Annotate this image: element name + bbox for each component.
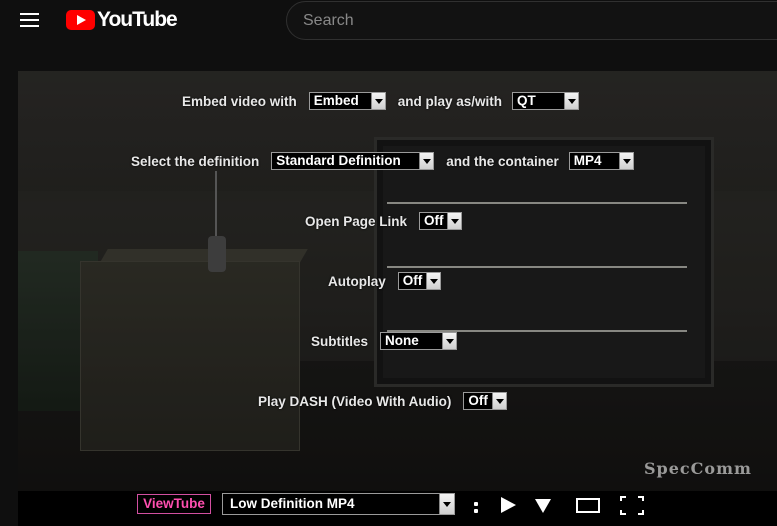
hamburger-menu-icon[interactable] — [20, 12, 39, 27]
play-as-select[interactable]: QT — [512, 92, 580, 110]
definition-select[interactable]: Standard Definition — [271, 152, 435, 170]
definition-row: Select the definition Standard Definitio… — [131, 152, 634, 170]
download-icon[interactable] — [535, 499, 552, 513]
container-select-value: MP4 — [573, 153, 602, 168]
search-box — [286, 1, 777, 40]
search-input[interactable] — [303, 11, 763, 31]
container-select[interactable]: MP4 — [568, 152, 634, 170]
container-label: and the container — [446, 153, 559, 169]
chevron-down-icon — [442, 333, 457, 349]
youtube-play-logo-icon — [66, 10, 95, 30]
dash-select[interactable]: Off — [463, 392, 508, 410]
embed-row: Embed video with Embed and play as/with … — [182, 92, 580, 110]
autoplay-label: Autoplay — [328, 273, 386, 289]
open-page-link-select-value: Off — [424, 213, 444, 228]
autoplay-row: Autoplay Off — [328, 272, 441, 290]
chevron-down-icon — [425, 273, 440, 289]
menu-colon-icon[interactable] — [473, 496, 479, 516]
embed-select-value: Embed — [313, 93, 359, 108]
chevron-down-icon — [447, 213, 462, 229]
logo-text: YouTube — [97, 8, 178, 31]
settings-overlay — [18, 71, 777, 526]
definition-select-value: Standard Definition — [276, 153, 401, 168]
subtitles-label: Subtitles — [311, 333, 369, 349]
dash-select-value: Off — [468, 393, 488, 408]
subtitles-row: Subtitles None — [311, 332, 458, 350]
open-page-link-label: Open Page Link — [305, 213, 408, 229]
chevron-down-icon — [439, 494, 454, 514]
top-bar: YouTube — [0, 0, 777, 44]
subtitles-select-value: None — [385, 333, 419, 348]
dash-row: Play DASH (Video With Audio) Off — [258, 392, 508, 410]
open-page-link-select[interactable]: Off — [419, 212, 463, 230]
chevron-down-icon — [564, 93, 579, 109]
chevron-down-icon — [492, 393, 507, 409]
chevron-down-icon — [370, 93, 385, 109]
subtitles-select[interactable]: None — [380, 332, 458, 350]
open-page-link-row: Open Page Link Off — [305, 212, 463, 230]
fullscreen-icon[interactable] — [620, 496, 644, 515]
quality-select[interactable]: Low Definition MP4 — [222, 493, 455, 515]
chevron-down-icon — [618, 153, 633, 169]
autoplay-select[interactable]: Off — [397, 272, 441, 290]
embed-select[interactable]: Embed — [308, 92, 386, 110]
embed-label: Embed video with — [182, 93, 297, 109]
definition-label: Select the definition — [131, 153, 260, 169]
autoplay-select-value: Off — [402, 273, 423, 288]
play-icon[interactable] — [501, 497, 517, 513]
player-control-bar: ViewTube Low Definition MP4 — [18, 491, 777, 526]
dash-label: Play DASH (Video With Audio) — [258, 393, 452, 409]
chevron-down-icon — [419, 153, 434, 169]
theater-icon[interactable] — [576, 498, 600, 513]
quality-select-value: Low Definition MP4 — [230, 496, 355, 511]
youtube-logo[interactable]: YouTube — [66, 8, 178, 31]
video-player[interactable]: SpecComm Embed video with Embed and play… — [18, 71, 777, 526]
play-as-select-value: QT — [517, 93, 536, 108]
play-as-label: and play as/with — [397, 93, 503, 109]
viewtube-button[interactable]: ViewTube — [137, 494, 211, 514]
video-watermark: SpecComm — [644, 459, 752, 478]
